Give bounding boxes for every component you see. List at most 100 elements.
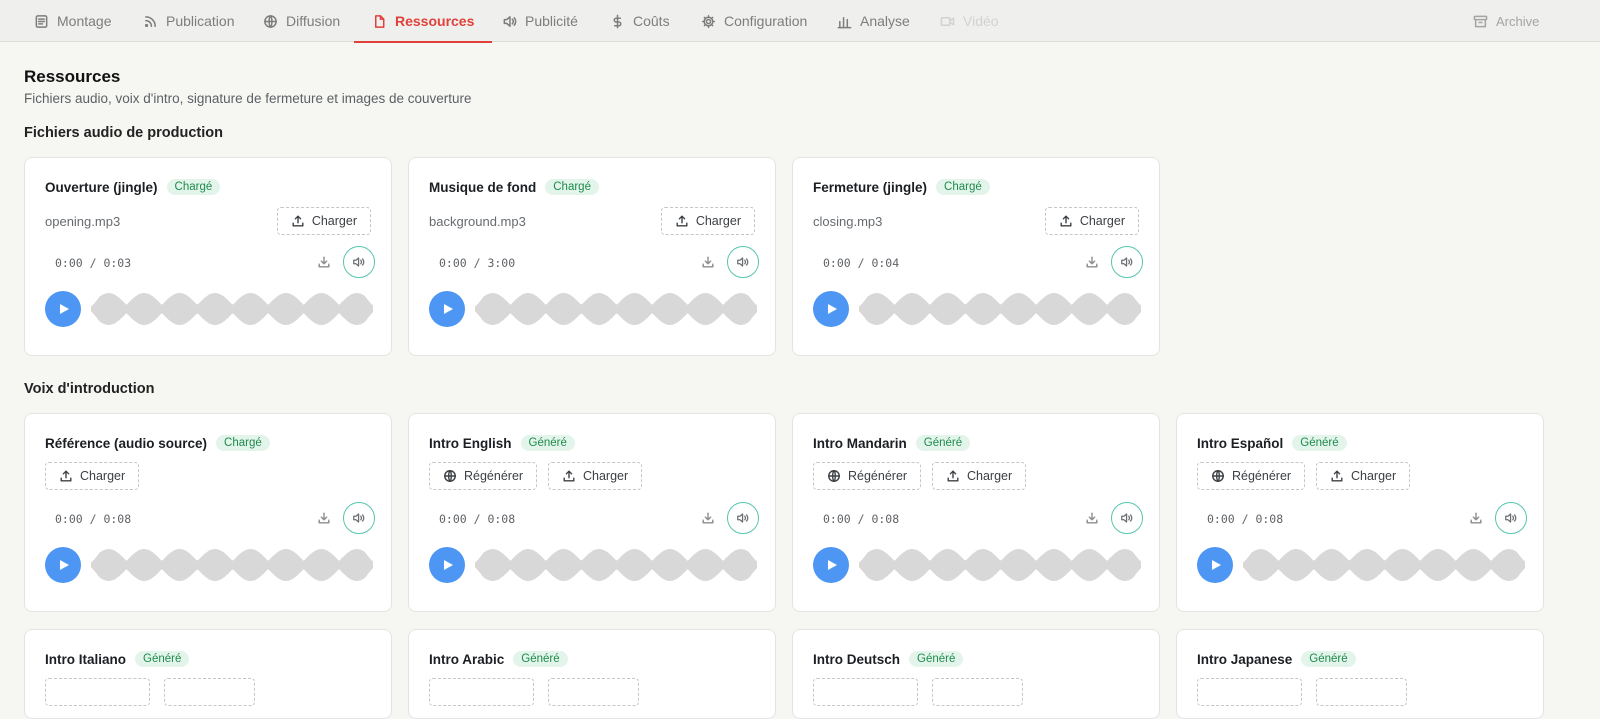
volume-button[interactable] bbox=[1111, 502, 1143, 534]
tab-montage[interactable]: Montage bbox=[34, 0, 111, 42]
upload-button[interactable]: Charger bbox=[1316, 462, 1411, 490]
play-button[interactable] bbox=[813, 291, 849, 327]
tab-video: Vidéo bbox=[940, 0, 999, 42]
section-title-intro: Voix d'introduction bbox=[24, 381, 155, 397]
tab-analyse[interactable]: Analyse bbox=[837, 0, 910, 42]
regenerate-label: Régénérer bbox=[1232, 469, 1292, 483]
upload-button[interactable] bbox=[932, 678, 1023, 706]
volume-button[interactable] bbox=[1495, 502, 1527, 534]
waveform[interactable] bbox=[859, 548, 1141, 582]
card-header: Référence (audio source) Chargé bbox=[45, 435, 270, 451]
waveform[interactable] bbox=[1243, 548, 1525, 582]
volume-button[interactable] bbox=[343, 502, 375, 534]
regenerate-button[interactable] bbox=[45, 678, 150, 706]
upload-label: Charger bbox=[967, 469, 1013, 483]
upload-button[interactable]: Charger bbox=[276, 207, 371, 235]
tab-ressources[interactable]: Ressources bbox=[353, 0, 493, 43]
waveform[interactable] bbox=[91, 292, 373, 326]
card-title: Fermeture (jingle) bbox=[813, 179, 928, 195]
tab-publicite[interactable]: Publicité bbox=[502, 0, 578, 42]
play-button[interactable] bbox=[429, 291, 465, 327]
intro-card: Intro Mandarin Généré Régénérer Charger … bbox=[792, 413, 1160, 612]
volume-button[interactable] bbox=[1111, 246, 1143, 278]
archive-button[interactable]: Archive bbox=[1473, 0, 1539, 42]
download-icon[interactable] bbox=[317, 511, 331, 525]
card-title: Musique de fond bbox=[429, 179, 537, 195]
intro-card: Référence (audio source) Chargé Charger … bbox=[24, 413, 392, 612]
waveform-shape bbox=[91, 293, 373, 325]
tab-publication[interactable]: Publication bbox=[143, 0, 235, 42]
upload-button[interactable]: Charger bbox=[45, 462, 140, 490]
volume-icon bbox=[1121, 513, 1133, 523]
card-header: Intro Arabic Généré bbox=[429, 651, 568, 667]
play-icon bbox=[60, 304, 69, 314]
page-subtitle: Fichiers audio, voix d'intro, signature … bbox=[24, 91, 472, 106]
regenerate-button[interactable] bbox=[813, 678, 918, 706]
tab-diffusion[interactable]: Diffusion bbox=[263, 0, 340, 42]
time-display: 0:00 / 3:00 bbox=[439, 256, 516, 270]
waveform-shape bbox=[91, 549, 373, 581]
play-button[interactable] bbox=[45, 547, 81, 583]
regenerate-button[interactable] bbox=[1197, 678, 1302, 706]
waveform[interactable] bbox=[475, 548, 757, 582]
volume-button[interactable] bbox=[727, 502, 759, 534]
download-icon[interactable] bbox=[701, 255, 715, 269]
audio-card: Fermeture (jingle) Chargé closing.mp3 Ch… bbox=[792, 157, 1160, 356]
download-icon[interactable] bbox=[317, 255, 331, 269]
upload-button[interactable]: Charger bbox=[1044, 207, 1139, 235]
tab-label: Configuration bbox=[724, 13, 808, 29]
volume-button[interactable] bbox=[343, 246, 375, 278]
intro-card: Intro Deutsch Généré bbox=[792, 629, 1160, 719]
play-button[interactable] bbox=[813, 547, 849, 583]
download-icon[interactable] bbox=[1469, 511, 1483, 525]
play-icon bbox=[60, 560, 69, 570]
regenerate-button[interactable]: Régénérer bbox=[813, 462, 922, 490]
upload-icon bbox=[947, 470, 959, 482]
card-title: Intro English bbox=[429, 435, 512, 451]
status-badge: Généré bbox=[1301, 651, 1356, 667]
play-button[interactable] bbox=[429, 547, 465, 583]
waveform-shape bbox=[475, 549, 757, 581]
globe-icon bbox=[828, 470, 840, 482]
regenerate-label: Régénérer bbox=[848, 469, 908, 483]
waveform[interactable] bbox=[475, 292, 757, 326]
upload-icon bbox=[1060, 215, 1072, 227]
waveform[interactable] bbox=[859, 292, 1141, 326]
volume-button[interactable] bbox=[727, 246, 759, 278]
upload-button[interactable]: Charger bbox=[932, 462, 1027, 490]
time-display: 0:00 / 0:08 bbox=[55, 512, 132, 526]
tab-label: Coûts bbox=[633, 13, 670, 29]
card-header: Intro Japanese Généré bbox=[1197, 651, 1356, 667]
regenerate-button[interactable]: Régénérer bbox=[429, 462, 538, 490]
status-badge: Chargé bbox=[166, 179, 221, 195]
waveform-shape bbox=[859, 549, 1141, 581]
status-badge: Chargé bbox=[545, 179, 599, 195]
volume-icon bbox=[1505, 513, 1517, 523]
tab-label: Diffusion bbox=[286, 13, 341, 29]
upload-label: Charger bbox=[80, 469, 126, 483]
upload-label: Charger bbox=[311, 214, 357, 228]
play-icon bbox=[444, 560, 453, 570]
upload-button[interactable] bbox=[548, 678, 639, 706]
upload-label: Charger bbox=[695, 214, 741, 228]
play-button[interactable] bbox=[1197, 547, 1233, 583]
play-button[interactable] bbox=[45, 291, 81, 327]
upload-button[interactable]: Charger bbox=[660, 207, 755, 235]
video-icon bbox=[940, 16, 955, 26]
upload-button[interactable] bbox=[1316, 678, 1407, 706]
upload-label: Charger bbox=[1351, 469, 1397, 483]
status-badge: Chargé bbox=[936, 179, 990, 195]
upload-label: Charger bbox=[1079, 214, 1125, 228]
regenerate-button[interactable]: Régénérer bbox=[1197, 462, 1306, 490]
download-icon[interactable] bbox=[701, 511, 715, 525]
download-icon[interactable] bbox=[1085, 255, 1099, 269]
upload-button[interactable] bbox=[164, 678, 255, 706]
regenerate-button[interactable] bbox=[429, 678, 534, 706]
upload-button[interactable]: Charger bbox=[548, 462, 643, 490]
tab-couts[interactable]: Coûts bbox=[610, 0, 670, 42]
upload-label: Charger bbox=[583, 469, 629, 483]
tab-configuration[interactable]: Configuration bbox=[701, 0, 807, 42]
waveform[interactable] bbox=[91, 548, 373, 582]
download-icon[interactable] bbox=[1085, 511, 1099, 525]
card-title: Intro Italiano bbox=[45, 651, 126, 667]
